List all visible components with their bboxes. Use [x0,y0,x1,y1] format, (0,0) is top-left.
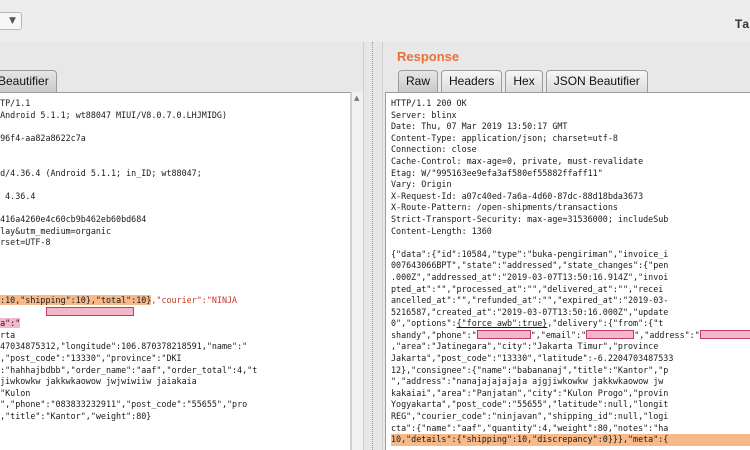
request-line: jjjiwkowkw jakkwkaowow jwjwiwiiw jaiakai… [0,376,197,387]
request-line: 2","post_code":"13330","province":"DKI [0,353,182,364]
redacted-phone [476,329,531,339]
response-line: Content-Type: application/json; charset=… [391,132,618,143]
response-address-key: ","address":" [634,329,700,340]
tab-json-beautifier-request[interactable]: Beautifier [0,70,57,92]
request-line: y":10,"shipping":10},"total":10},"courie… [0,295,257,307]
tab-raw[interactable]: Raw [398,70,439,92]
response-line: Connection: close [391,144,477,155]
response-line: shandy","phone":" ","email":" ","address":… [391,329,750,342]
response-line: Jakarta","post_code":"13330","latitude":… [391,353,674,364]
response-line: Cache-Control: max-age=0, private, must-… [391,155,644,166]
response-line: Etag: W/"995163ee9efa3af580ef55882ffaff1… [391,167,603,178]
tab-hex[interactable]: Hex [505,70,543,92]
redacted-address [699,329,750,339]
request-line: ; Android 5.1.1; wt88047 MIUI/V8.0.7.0.L… [0,109,227,120]
response-line: Vary: Origin [391,179,452,190]
response-line: Yogyakarta","post_code":"55655","latitud… [391,399,669,410]
request-pane: Beautifier HTTP/1.1; Android 5.1.1; wt88… [0,42,363,450]
response-pane: Response Raw Headers Hex JSON Beautifier… [383,42,750,450]
response-line: 007643066BPT","state":"addressed","state… [391,260,669,271]
request-line [0,156,257,168]
request-line: aj","phone":"083833232911","post_code":"… [0,399,248,410]
response-line: HTTP/1.1 200 OK [391,98,467,108]
response-line: ","address":"nanajajajajaja ajgjiwkowkw … [391,376,664,387]
response-line [391,237,750,249]
response-line: Strict-Transport-Security: max-age=31536… [391,213,669,224]
response-line: cta":{"name":"aaf","quantity":4,"weight"… [391,422,669,433]
request-line: harset=UTF-8 [0,237,51,248]
request-highlight-shipping: "shipping":10},"total":10} [20,295,152,306]
tab-headers[interactable]: Headers [441,70,503,92]
response-line: X-Route-Pattern: /open-shipments/transac… [391,202,618,213]
response-line-text: shandy","phone":" [391,329,477,340]
request-line: le [0,144,257,156]
redacted-email [586,329,635,339]
request-line: 2-96f4-aa82a8622c7a [0,132,86,143]
top-toolbar: ▼ Ta [0,0,750,42]
request-line [0,284,257,296]
response-line: .000Z","addressed_at":"2019-03-07T13:50:… [391,271,669,282]
response-line: ,"area":"Jatinegara","city":"Jakarta Tim… [391,341,659,352]
scroll-up-icon: ▲ [354,94,360,102]
response-line-text: ,"delivery":{"from":{"t [547,318,664,329]
request-line [0,121,257,133]
redacted-block [46,306,134,316]
response-email-key: ","email":" [530,329,587,340]
request-text: HTTP/1.1; Android 5.1.1; wt88047 MIUI/V8… [0,98,257,423]
response-line: 0","options":{"force_awb":true},"deliver… [391,318,750,330]
force-awb-option: {"force_awb":true} [456,318,548,329]
splitter-grip [372,42,373,450]
response-line: X-Request-Id: a07c40ed-7a6a-4d60-87dc-88… [391,190,644,201]
response-text: HTTP/1.1 200 OK Server: blinx Date: Thu, 0… [391,98,750,446]
request-line [0,202,257,214]
request-line: HTTP/1.1 [0,98,31,108]
response-line: 10,"details":{"shipping":10,"discrepancy… [391,434,750,446]
top-right-label[interactable]: Ta [735,17,750,31]
response-line: Date: Thu, 07 Mar 2019 13:50:17 GMT [391,121,568,132]
request-line [0,249,257,261]
response-line: 12},"consignee":{"name":"babananaj","tit… [391,364,669,375]
request-line [0,179,257,191]
response-line: Content-Length: 1360 [391,225,492,236]
request-line: -play&utm_medium=organic [0,225,112,236]
request-line: e":"hahhajbdbb","order_name":"aaf","orde… [0,364,258,375]
request-line: oid/4.36.4 (Android 5.1.1; in_ID; wt8804… [0,167,202,178]
target-dropdown[interactable]: ▼ [0,12,22,30]
request-line: ":"Kulon [0,387,31,398]
response-line: kakaiai","area":"Panjatan","city":"Kulon… [391,387,669,398]
request-scrollbar[interactable]: ▲ [351,92,363,450]
response-line-text: 0","options": [391,318,457,329]
request-redacted-text: aaa":" [0,318,21,329]
response-editor[interactable]: HTTP/1.1 200 OK Server: blinx Date: Thu, 0… [385,92,750,450]
request-editor[interactable]: HTTP/1.1; Android 5.1.1; wt88047 MIUI/V8… [0,92,351,450]
request-line [0,260,257,272]
response-line: ancelled_at":"","refunded_at":"","expire… [391,295,669,306]
response-line: REG","courier_code":"ninjavan","shipping… [391,411,669,422]
response-line: {"data":{"id":10584,"type":"buka-pengiri… [391,248,669,259]
request-line [0,272,257,284]
request-line: 22 4.36.4 [0,190,36,201]
request-line: aaa":" [0,318,257,330]
response-title: Response [397,49,460,64]
response-tabs: Raw Headers Hex JSON Beautifier [398,70,648,92]
request-line [0,306,257,319]
request-line: a","title":"Kantor","weight":80} [0,411,152,422]
pane-splitter[interactable] [363,42,383,450]
response-line: Server: blinx [391,109,457,120]
request-line: 2047034875312,"longitude":106.8703782185… [0,341,248,352]
response-line: 5216587,"created_at":"2019-03-07T13:50:1… [391,306,669,317]
chevron-down-icon: ▼ [9,16,16,26]
request-tabs: Beautifier [0,70,57,92]
tab-json-beautifier[interactable]: JSON Beautifier [545,70,648,92]
request-highlight-post: ,"courier":"NINJA [151,295,238,306]
request-line: karta [0,329,16,340]
request-highlight-pre: y":10, [0,295,21,306]
response-line: pted_at":"","processed_at":"","delivered… [391,283,664,294]
request-line: 0d416a4260e4c60cb9b462eb60bd684 [0,213,147,224]
